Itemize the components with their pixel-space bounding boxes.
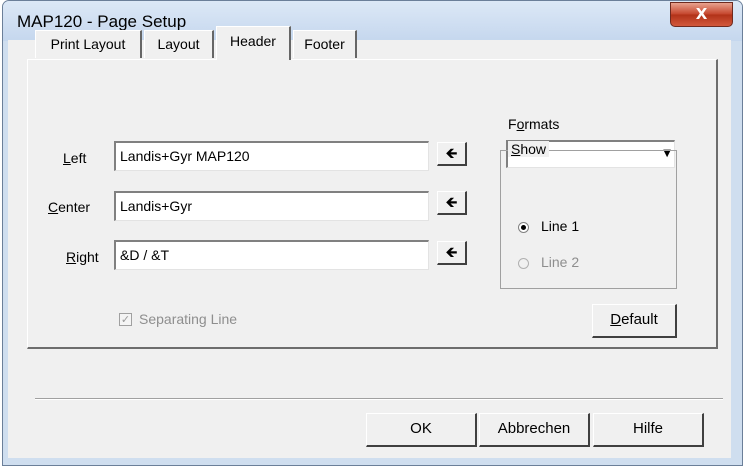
tab-label: Footer	[304, 36, 345, 52]
separating-line-label: Separating Line	[139, 311, 238, 327]
tab-label: Header	[230, 33, 276, 49]
line-2-radio[interactable]	[518, 258, 529, 269]
center-insert-format-button[interactable]: 🡸	[437, 191, 467, 215]
right-label: Right	[66, 249, 99, 265]
button-row-divider	[35, 398, 723, 400]
line-1-label: Line 1	[541, 218, 580, 234]
left-label: Left	[63, 150, 87, 166]
tab-label: Layout	[157, 36, 200, 52]
cancel-button[interactable]: Abbrechen	[479, 413, 590, 447]
show-group-label: Show	[508, 141, 550, 157]
arrow-left-icon: 🡸	[445, 243, 458, 261]
tab-layout[interactable]: Layout	[144, 30, 214, 58]
tab-footer[interactable]: Footer	[293, 30, 357, 58]
window-title: MAP120 - Page Setup	[17, 12, 187, 31]
center-header-input[interactable]: Landis+Gyr	[114, 191, 429, 221]
close-icon: X	[695, 5, 708, 23]
center-label: Center	[48, 199, 91, 215]
default-button[interactable]: Default	[592, 304, 677, 338]
line-2-label: Line 2	[541, 254, 580, 270]
arrow-left-icon: 🡸	[445, 193, 458, 211]
left-header-input[interactable]: Landis+Gyr MAP120	[114, 141, 429, 171]
checkmark-icon: ✓	[120, 313, 131, 326]
right-insert-format-button[interactable]: 🡸	[437, 241, 467, 265]
line-1-radio[interactable]	[518, 222, 529, 233]
ok-button[interactable]: OK	[366, 413, 477, 447]
right-header-input[interactable]: &D / &T	[114, 240, 429, 270]
show-groupbox	[500, 150, 677, 289]
separating-line-checkbox[interactable]: ✓	[119, 313, 132, 326]
tab-label: Print Layout	[50, 36, 126, 52]
close-button[interactable]: X	[670, 2, 733, 27]
tab-header[interactable]: Header	[216, 26, 291, 60]
help-button[interactable]: Hilfe	[593, 413, 704, 447]
formats-label: Formats	[508, 116, 560, 132]
left-insert-format-button[interactable]: 🡸	[437, 142, 467, 166]
tab-print-layout[interactable]: Print Layout	[35, 30, 142, 58]
arrow-left-icon: 🡸	[445, 144, 458, 162]
